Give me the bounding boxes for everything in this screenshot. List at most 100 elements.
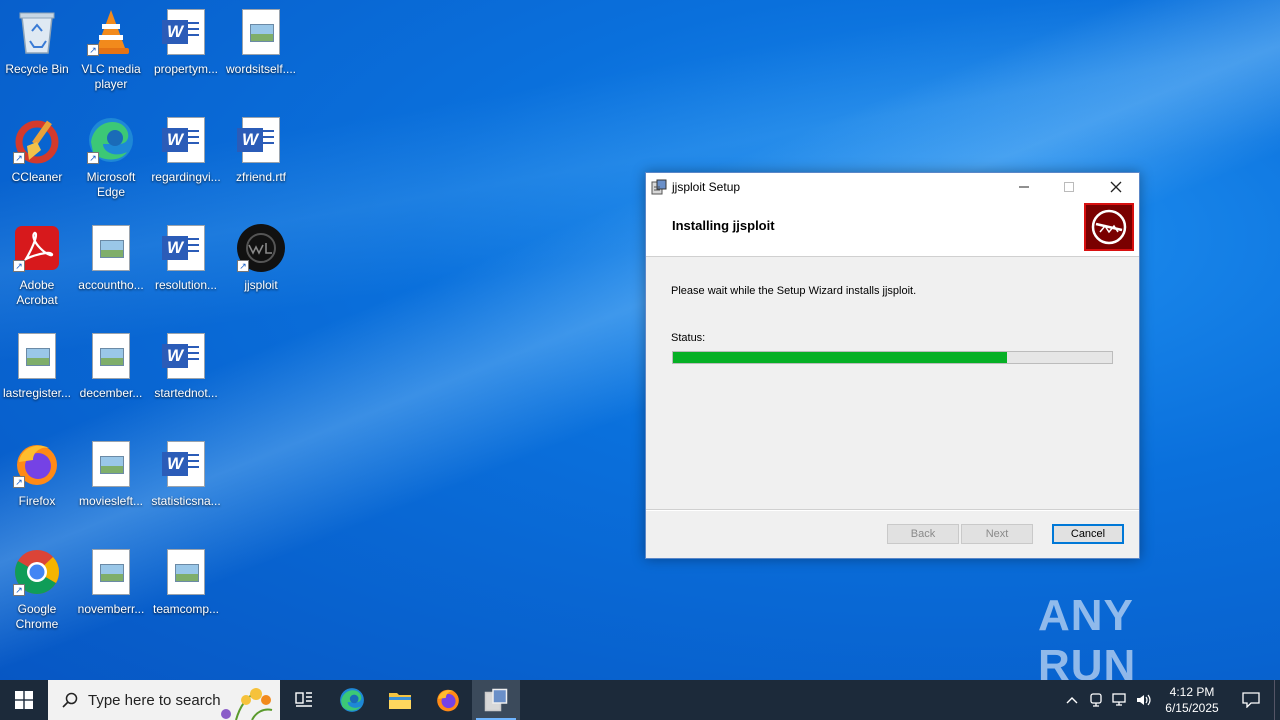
recycle-bin-icon [11, 6, 63, 58]
jjsploit-logo-icon [1084, 203, 1134, 251]
edge-icon: ↗ [85, 114, 137, 166]
desktop-icon-lastregister[interactable]: lastregister... [0, 330, 74, 434]
image-doc-icon [11, 330, 63, 382]
task-view-icon [295, 692, 312, 707]
task-view-button[interactable] [280, 680, 328, 720]
desktop-icon-label: jjsploit [244, 278, 278, 292]
word-doc-icon: W [235, 114, 287, 166]
desktop-icon-label: statisticsna... [151, 494, 221, 508]
desktop-icon-microsoft-edge[interactable]: ↗ Microsoft Edge [74, 114, 148, 218]
network-icon[interactable] [1108, 693, 1132, 707]
shortcut-arrow-icon: ↗ [237, 260, 249, 272]
installer-app-icon [651, 179, 667, 195]
clock-time: 4:12 PM [1169, 685, 1215, 699]
ccleaner-icon: ↗ [11, 114, 63, 166]
shortcut-arrow-icon: ↗ [87, 44, 99, 56]
desktop-icon-label: Firefox [18, 494, 56, 508]
desktop-icon-startednot[interactable]: W startednot... [149, 330, 223, 434]
notifications-button[interactable] [1228, 692, 1274, 708]
shortcut-arrow-icon: ↗ [13, 260, 25, 272]
close-button[interactable] [1093, 173, 1139, 200]
desktop-icon-ccleaner[interactable]: ↗ CCleaner [0, 114, 74, 218]
image-doc-icon [85, 222, 137, 274]
jjsploit-icon: ↗ [235, 222, 287, 274]
desktop-icon-resolution[interactable]: W resolution... [149, 222, 223, 326]
taskbar-installer[interactable] [472, 680, 520, 720]
desktop-icon-label: CCleaner [11, 170, 63, 184]
image-doc-icon [160, 546, 212, 598]
image-doc-icon [85, 546, 137, 598]
desktop: Recycle Bin ↗ CCleaner ↗ Adobe Acrobat l… [0, 0, 1280, 680]
back-button: Back [887, 524, 959, 544]
taskbar-edge[interactable] [328, 680, 376, 720]
desktop-icon-adobe-acrobat[interactable]: ↗ Adobe Acrobat [0, 222, 74, 326]
desktop-icon-label: zfriend.rtf [235, 170, 286, 184]
desktop-icon-accountho[interactable]: accountho... [74, 222, 148, 326]
desktop-icon-google-chrome[interactable]: ↗ Google Chrome [0, 546, 74, 650]
progress-fill [673, 352, 1007, 363]
minimize-button[interactable] [1001, 173, 1047, 200]
desktop-icon-label: lastregister... [2, 386, 72, 400]
desktop-icon-propertym[interactable]: W propertym... [149, 6, 223, 110]
desktop-icon-label: wordsitself.... [225, 62, 297, 76]
firefox-icon: ↗ [11, 438, 63, 490]
taskbar-search-box[interactable]: Type here to search [48, 680, 280, 720]
shortcut-arrow-icon: ↗ [13, 152, 25, 164]
window-title: jjsploit Setup [672, 179, 741, 194]
image-doc-icon [85, 330, 137, 382]
image-doc-icon [85, 438, 137, 490]
wizard-message: Please wait while the Setup Wizard insta… [671, 285, 917, 297]
word-doc-icon: W [160, 6, 212, 58]
wizard-body: Please wait while the Setup Wizard insta… [646, 257, 1139, 510]
close-icon [1110, 181, 1122, 192]
search-highlight-flowers-icon [212, 684, 276, 720]
minimize-icon [1019, 186, 1029, 187]
start-button[interactable] [0, 680, 48, 720]
image-doc-icon [235, 6, 287, 58]
wizard-footer: Back Next Cancel [646, 510, 1139, 558]
installer-window[interactable]: jjsploit Setup Installing jjsploit Pleas… [645, 172, 1140, 559]
desktop-icon-novemberr[interactable]: novemberr... [74, 546, 148, 650]
desktop-icon-teamcomp[interactable]: teamcomp... [149, 546, 223, 650]
next-button: Next [961, 524, 1033, 544]
show-hidden-icons-chevron-icon[interactable] [1060, 696, 1084, 704]
taskbar: Type here to search 4:12 PM 6/15/2025 [0, 680, 1280, 720]
desktop-icon-recycle-bin[interactable]: Recycle Bin [0, 6, 74, 110]
edge-icon [340, 688, 364, 712]
search-placeholder: Type here to search [88, 691, 221, 709]
cancel-button[interactable]: Cancel [1052, 524, 1124, 544]
desktop-icon-firefox[interactable]: ↗ Firefox [0, 438, 74, 542]
shortcut-arrow-icon: ↗ [13, 476, 25, 488]
device-icon[interactable] [1084, 693, 1108, 707]
shortcut-arrow-icon: ↗ [87, 152, 99, 164]
watermark-text: ANY RUN [1038, 591, 1137, 680]
desktop-icon-regardingvi[interactable]: W regardingvi... [149, 114, 223, 218]
taskbar-file-explorer[interactable] [376, 680, 424, 720]
desktop-icon-wordsitself[interactable]: wordsitself.... [224, 6, 298, 110]
desktop-icon-moviesleft[interactable]: moviesleft... [74, 438, 148, 542]
word-doc-icon: W [160, 330, 212, 382]
desktop-icon-label: regardingvi... [151, 170, 221, 184]
desktop-icon-december[interactable]: december... [74, 330, 148, 434]
desktop-icon-label: propertym... [153, 62, 219, 76]
notification-icon [1242, 692, 1260, 708]
taskbar-firefox[interactable] [424, 680, 472, 720]
desktop-icon-zfriend[interactable]: W zfriend.rtf [224, 114, 298, 218]
word-doc-icon: W [160, 114, 212, 166]
chrome-icon: ↗ [11, 546, 63, 598]
word-doc-icon: W [160, 222, 212, 274]
window-titlebar[interactable]: jjsploit Setup [646, 173, 1139, 200]
desktop-icon-label: teamcomp... [152, 602, 220, 616]
wizard-header-title: Installing jjsploit [672, 218, 775, 233]
volume-icon[interactable] [1132, 693, 1156, 707]
clock[interactable]: 4:12 PM 6/15/2025 [1156, 684, 1228, 716]
desktop-icon-jjsploit[interactable]: ↗ jjsploit [224, 222, 298, 326]
shortcut-arrow-icon: ↗ [13, 584, 25, 596]
desktop-icon-statisticsna[interactable]: W statisticsna... [149, 438, 223, 542]
desktop-icon-label: Recycle Bin [5, 62, 69, 76]
word-doc-icon: W [160, 438, 212, 490]
desktop-icon-vlc[interactable]: ↗ VLC media player [74, 6, 148, 110]
show-desktop-button[interactable] [1274, 680, 1280, 720]
desktop-icon-label: accountho... [78, 278, 144, 292]
search-icon [62, 692, 78, 708]
